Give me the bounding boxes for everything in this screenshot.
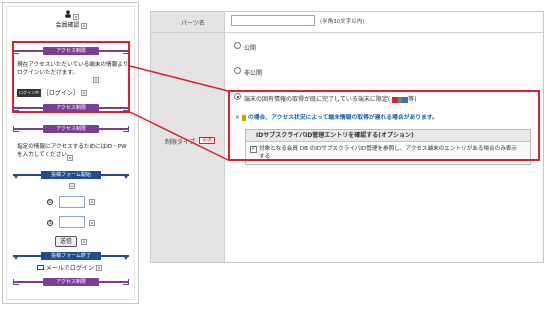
- form-end-bar[interactable]: 投稿フォーム終了: [13, 252, 129, 260]
- mail-icon: [37, 265, 44, 270]
- member-check-heading: 会員確認: [3, 20, 140, 29]
- member-check-title: 会員確認: [55, 22, 80, 29]
- id-input[interactable]: [59, 196, 85, 208]
- required-badge: 必須: [199, 137, 215, 144]
- access-restriction-bar[interactable]: アクセス制限: [13, 278, 129, 286]
- radio-public-label: 公開: [244, 45, 257, 52]
- form-start-bar[interactable]: 投稿フォーム開始: [13, 171, 129, 179]
- user-icon: [64, 10, 72, 18]
- field-number-icon: ②: [47, 220, 53, 226]
- edit-icon[interactable]: [89, 220, 95, 226]
- restriction-label-cell: 制限タイプ: [151, 33, 225, 262]
- form-end-label: 投稿フォーム終了: [41, 252, 101, 260]
- mail-login-row: メールでログイン: [37, 263, 102, 272]
- user-icon-row: [3, 10, 140, 20]
- edit-icon[interactable]: [81, 239, 87, 245]
- radio-public[interactable]: [234, 42, 241, 49]
- radio-private-label: 非公開: [244, 70, 263, 77]
- access-restriction-label: アクセス制限: [43, 278, 99, 286]
- parts-name-label: パーツ名: [151, 12, 225, 32]
- edit-icon[interactable]: [81, 22, 88, 29]
- edit-icon[interactable]: [95, 264, 102, 271]
- restriction-type-label: 制限タイプ: [165, 139, 196, 146]
- field-number-icon: ①: [47, 199, 53, 205]
- edit-icon[interactable]: [73, 13, 80, 20]
- parts-name-input[interactable]: [231, 15, 315, 26]
- radio-private[interactable]: [234, 67, 241, 74]
- send-button[interactable]: 送信: [55, 236, 77, 247]
- access-restriction-bar[interactable]: アクセス制限: [13, 125, 129, 133]
- edit-icon[interactable]: [67, 155, 73, 161]
- highlight-box-right: [228, 90, 540, 161]
- parts-name-hint: (半角30文字以内): [320, 19, 365, 25]
- edit-icon[interactable]: [89, 199, 95, 205]
- edit-icon[interactable]: [69, 183, 75, 189]
- highlight-box-left: [12, 41, 130, 113]
- pw-input[interactable]: [59, 216, 85, 228]
- form-start-label: 投稿フォーム開始: [41, 171, 101, 179]
- access-restriction-label: アクセス制限: [43, 125, 99, 133]
- mail-login-link[interactable]: メールでログイン: [46, 265, 94, 272]
- id-pw-notice: 指定の情報にアクセスするためにはID・PWを入力してください。: [17, 144, 127, 158]
